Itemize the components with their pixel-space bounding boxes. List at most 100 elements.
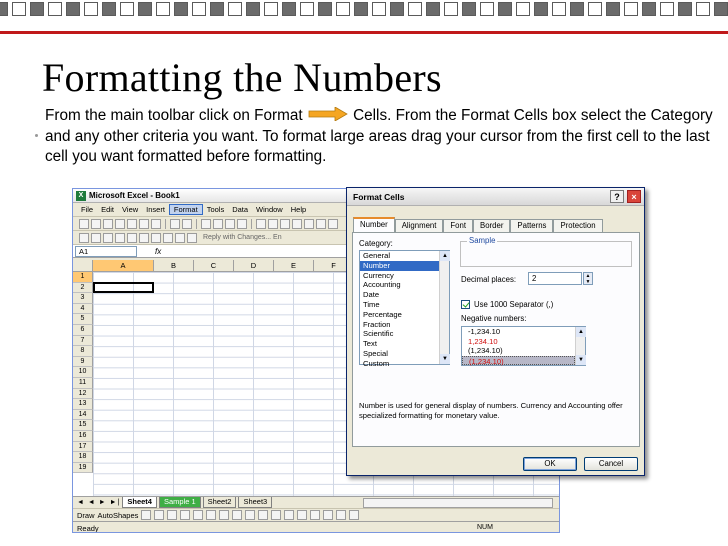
negative-option-2[interactable]: 1,234.10 xyxy=(462,337,585,347)
print-icon[interactable] xyxy=(139,218,149,229)
autoshapes-menu[interactable]: AutoShapes xyxy=(98,511,139,520)
paste-icon[interactable] xyxy=(225,218,235,229)
scroll-up-icon[interactable]: ▲ xyxy=(576,327,586,337)
menu-file[interactable]: File xyxy=(77,205,97,214)
arrow-style-icon[interactable] xyxy=(323,510,334,520)
draw-menu[interactable]: Draw xyxy=(77,511,95,520)
fill-color-icon[interactable] xyxy=(258,510,269,520)
row-header[interactable]: 7 xyxy=(73,335,93,347)
row-header[interactable]: 18 xyxy=(73,452,93,463)
menu-window[interactable]: Window xyxy=(252,205,287,214)
row-header[interactable]: 8 xyxy=(73,346,93,357)
tab-patterns[interactable]: Patterns xyxy=(510,219,554,232)
autosum-icon[interactable] xyxy=(292,218,302,229)
row-header[interactable]: 19 xyxy=(73,462,93,474)
chart-wizard-icon[interactable] xyxy=(316,218,326,229)
review-icon-7[interactable] xyxy=(151,232,161,243)
column-header[interactable]: E xyxy=(274,260,314,272)
tab-border[interactable]: Border xyxy=(473,219,511,232)
tab-font[interactable]: Font xyxy=(443,219,474,232)
permission-icon[interactable] xyxy=(115,218,125,229)
wordart-icon[interactable] xyxy=(206,510,217,520)
review-icon-2[interactable] xyxy=(91,232,101,243)
name-box[interactable]: A1 xyxy=(75,245,137,257)
review-icon-1[interactable] xyxy=(79,232,89,243)
row-header[interactable]: 3 xyxy=(73,293,93,304)
row-header[interactable]: 2 xyxy=(73,282,93,294)
tab-number[interactable]: Number xyxy=(353,217,395,232)
reply-with-changes[interactable]: Reply with Changes... En xyxy=(203,234,282,241)
line-style-icon[interactable] xyxy=(297,510,308,520)
new-icon[interactable] xyxy=(79,218,89,229)
review-icon-3[interactable] xyxy=(103,232,113,243)
menu-tools[interactable]: Tools xyxy=(203,205,229,214)
row-header[interactable]: 17 xyxy=(73,441,93,453)
clipart-icon[interactable] xyxy=(232,510,243,520)
save-icon[interactable] xyxy=(103,218,113,229)
category-item-date[interactable]: Date xyxy=(360,290,449,300)
cut-icon[interactable] xyxy=(201,218,211,229)
category-item-accounting[interactable]: Accounting xyxy=(360,280,449,290)
active-cell-a1[interactable] xyxy=(93,282,154,293)
row-header[interactable]: 5 xyxy=(73,314,93,325)
row-header[interactable]: 6 xyxy=(73,325,93,336)
row-header[interactable]: 14 xyxy=(73,409,93,421)
use-1000-separator-checkbox-row[interactable]: Use 1000 Separator (,) xyxy=(461,300,553,309)
negative-option-1[interactable]: -1,234.10 xyxy=(462,327,585,337)
column-header[interactable]: B xyxy=(154,260,194,272)
review-icon-5[interactable] xyxy=(127,232,137,243)
use-1000-separator-checkbox[interactable] xyxy=(461,300,470,309)
format-painter-icon[interactable] xyxy=(237,218,247,229)
column-header[interactable]: C xyxy=(194,260,234,272)
menu-view[interactable]: View xyxy=(118,205,142,214)
dialog-titlebar[interactable]: Format Cells ? × xyxy=(347,188,644,206)
row-header[interactable]: 15 xyxy=(73,420,93,431)
sheet-tab-sheet4[interactable]: Sheet4 xyxy=(122,497,157,508)
category-item-custom[interactable]: Custom xyxy=(360,359,449,369)
picture-icon[interactable] xyxy=(245,510,256,520)
category-item-general[interactable]: General xyxy=(360,251,449,261)
arrow-icon[interactable] xyxy=(154,510,165,520)
tab-protection[interactable]: Protection xyxy=(553,219,603,232)
print-preview-icon[interactable] xyxy=(151,218,161,229)
cancel-button[interactable]: Cancel xyxy=(584,457,638,471)
oval-icon[interactable] xyxy=(180,510,191,520)
column-header[interactable]: D xyxy=(234,260,274,272)
menu-format[interactable]: Format xyxy=(168,204,203,215)
textbox-icon[interactable] xyxy=(193,510,204,520)
row-header[interactable]: 1 xyxy=(73,272,93,283)
ok-button[interactable]: OK xyxy=(523,457,577,471)
review-icon-4[interactable] xyxy=(115,232,125,243)
line-icon[interactable] xyxy=(141,510,152,520)
category-item-fraction[interactable]: Fraction xyxy=(360,320,449,330)
scroll-down-icon[interactable]: ▼ xyxy=(576,355,586,365)
row-header[interactable]: 11 xyxy=(73,378,93,389)
horizontal-scrollbar[interactable] xyxy=(363,498,553,508)
negative-option-3[interactable]: (1,234.10) xyxy=(462,346,585,356)
menu-edit[interactable]: Edit xyxy=(97,205,118,214)
redo-icon[interactable] xyxy=(268,218,278,229)
row-header[interactable]: 4 xyxy=(73,303,93,315)
sheet-tab-sheet2[interactable]: Sheet2 xyxy=(202,497,237,508)
tab-alignment[interactable]: Alignment xyxy=(394,219,444,232)
category-item-scientific[interactable]: Scientific xyxy=(360,329,449,339)
shadow-icon[interactable] xyxy=(336,510,347,520)
research-icon[interactable] xyxy=(182,218,192,229)
decimal-places-input[interactable]: 2 xyxy=(528,272,582,285)
dash-style-icon[interactable] xyxy=(310,510,321,520)
category-item-number[interactable]: Number xyxy=(360,260,439,271)
fx-icon[interactable]: fx xyxy=(155,247,161,256)
menu-insert[interactable]: Insert xyxy=(142,205,169,214)
help-icon[interactable]: ? xyxy=(610,190,624,203)
copy-icon[interactable] xyxy=(213,218,223,229)
review-icon-6[interactable] xyxy=(139,232,149,243)
close-icon[interactable]: × xyxy=(627,190,641,203)
category-item-text[interactable]: Text xyxy=(360,339,449,349)
sheet-nav-arrows[interactable]: ◄ ◄ ► ►| xyxy=(77,499,120,506)
sheet-tab-sample1[interactable]: Sample 1 xyxy=(158,497,201,508)
negative-scrollbar[interactable]: ▲ ▼ xyxy=(575,327,586,365)
open-icon[interactable] xyxy=(91,218,101,229)
spelling-icon[interactable] xyxy=(170,218,180,229)
row-header[interactable]: 13 xyxy=(73,399,93,410)
decimal-spinner-icon[interactable]: ▲ ▼ xyxy=(583,272,593,285)
